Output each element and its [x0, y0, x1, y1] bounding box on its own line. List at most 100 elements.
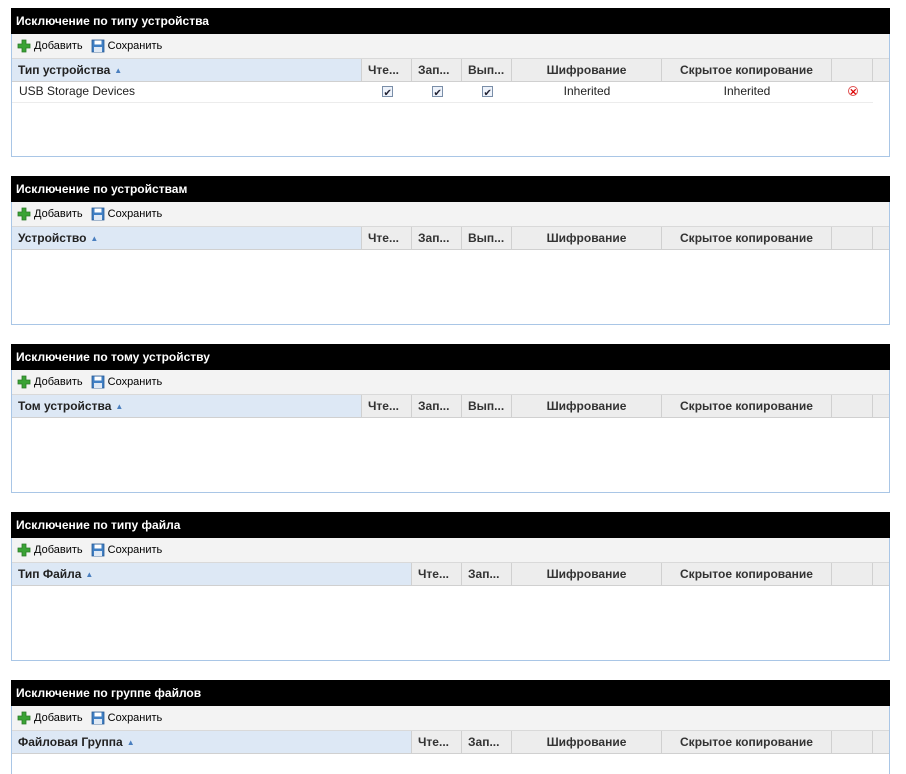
panel-toolbar: Добавить Сохранить: [12, 34, 889, 59]
column-header-shadow-copy[interactable]: Скрытое копирование: [662, 395, 832, 417]
shadow-copy-cell[interactable]: Inherited: [662, 82, 832, 102]
column-header-read[interactable]: Чте...: [362, 227, 412, 249]
column-header-write[interactable]: Зап...: [412, 395, 462, 417]
file-type-exception-panel: Исключение по типу файла Добавить Сохран…: [11, 512, 890, 661]
add-button[interactable]: Добавить: [17, 207, 83, 221]
floppy-disk-icon: [91, 207, 105, 221]
column-header-actions: [832, 395, 873, 417]
write-checkbox-cell: ✔: [412, 82, 462, 102]
save-button[interactable]: Сохранить: [91, 375, 162, 389]
add-label: Добавить: [34, 40, 83, 52]
read-checkbox-cell: ✔: [362, 82, 412, 102]
column-header-encryption[interactable]: Шифрование: [512, 731, 662, 753]
column-header-write[interactable]: Зап...: [412, 59, 462, 81]
column-header-volume[interactable]: Том устройства ▲: [12, 395, 362, 417]
column-header-device-type[interactable]: Тип устройства ▲: [12, 59, 362, 81]
floppy-disk-icon: [91, 543, 105, 557]
save-button[interactable]: Сохранить: [91, 207, 163, 221]
column-header-shadow-copy[interactable]: Скрытое копирование: [662, 731, 832, 753]
panel-toolbar: Добавить Сохранить: [12, 370, 889, 395]
grid-header: Устройство ▲ Чте... Зап... Вып... Шифрова…: [12, 227, 889, 250]
add-label: Добавить: [34, 376, 83, 388]
save-label: Сохранить: [107, 544, 163, 556]
floppy-disk-icon: [91, 39, 105, 53]
panel-toolbar: Добавить Сохранить: [12, 202, 889, 227]
column-header-read[interactable]: Чте...: [362, 395, 412, 417]
write-checkbox[interactable]: ✔: [431, 86, 443, 99]
grid-header: Файловая Группа ▲ Чте... Зап... Шифровани…: [12, 731, 889, 754]
grid-header: Тип Файла ▲ Чте... Зап... Шифрование Скры…: [12, 563, 889, 586]
column-header-encryption[interactable]: Шифрование: [512, 395, 662, 417]
grid-header: Том устройства ▲ Чте... Зап... Вып... Шиф…: [12, 395, 889, 418]
column-header-actions: [832, 731, 873, 753]
sort-ascending-icon: ▲: [114, 66, 123, 75]
column-header-shadow-copy[interactable]: Скрытое копирование: [662, 563, 832, 585]
column-header-execute[interactable]: Вып...: [462, 59, 512, 81]
column-header-encryption[interactable]: Шифрование: [512, 563, 662, 585]
execute-checkbox-cell: ✔: [462, 82, 512, 102]
save-button[interactable]: Сохранить: [91, 39, 163, 53]
column-header-actions: [832, 227, 873, 249]
delete-icon[interactable]: ✕: [847, 86, 858, 97]
floppy-disk-icon: [91, 711, 105, 725]
device-exception-panel: Исключение по устройствам Добавить Сохра…: [11, 176, 890, 325]
panel-title: Исключение по группе файлов: [11, 680, 890, 706]
add-label: Добавить: [34, 712, 83, 724]
sort-ascending-icon: ▲: [115, 402, 124, 411]
save-label: Сохранить: [107, 208, 163, 220]
device-type-exception-panel: Исключение по типу устройства Добавить С…: [11, 8, 890, 157]
table-row[interactable]: USB Storage Devices ✔ ✔ ✔ Inherited Inhe…: [12, 82, 873, 103]
column-header-read[interactable]: Чте...: [412, 563, 462, 585]
column-header-encryption[interactable]: Шифрование: [512, 59, 662, 81]
column-header-actions: [832, 59, 873, 81]
grid-body: USB Storage Devices ✔ ✔ ✔ Inherited Inhe…: [12, 82, 889, 103]
save-button[interactable]: Сохранить: [91, 711, 163, 725]
add-label: Добавить: [34, 208, 83, 220]
read-checkbox[interactable]: ✔: [381, 86, 393, 99]
column-header-shadow-copy[interactable]: Скрытое копирование: [662, 227, 832, 249]
sort-ascending-icon: ▲: [85, 570, 94, 579]
floppy-disk-icon: [91, 375, 105, 389]
add-button[interactable]: Добавить: [17, 711, 83, 725]
add-button[interactable]: Добавить: [17, 39, 83, 53]
column-header-write[interactable]: Зап...: [462, 563, 512, 585]
save-label: Сохранить: [107, 40, 163, 52]
column-header-read[interactable]: Чте...: [362, 59, 412, 81]
plus-icon: [17, 711, 31, 725]
save-button[interactable]: Сохранить: [91, 543, 163, 557]
add-label: Добавить: [34, 544, 83, 556]
plus-icon: [17, 375, 31, 389]
file-group-exception-panel: Исключение по группе файлов Добавить Сох…: [11, 680, 890, 774]
column-header-execute[interactable]: Вып...: [462, 227, 512, 249]
sort-ascending-icon: ▲: [126, 738, 135, 747]
device-volume-exception-panel: Исключение по тому устройству Добавить С…: [11, 344, 890, 493]
plus-icon: [17, 207, 31, 221]
delete-cell: ✕: [832, 82, 873, 102]
encryption-cell[interactable]: Inherited: [512, 82, 662, 102]
panel-title: Исключение по типу устройства: [11, 8, 890, 34]
save-label: Сохранить: [107, 712, 163, 724]
column-header-device[interactable]: Устройство ▲: [12, 227, 362, 249]
add-button[interactable]: Добавить: [17, 543, 83, 557]
column-header-write[interactable]: Зап...: [412, 227, 462, 249]
panel-title: Исключение по тому устройству: [11, 344, 890, 370]
execute-checkbox[interactable]: ✔: [481, 86, 493, 99]
panel-title: Исключение по устройствам: [11, 176, 890, 202]
grid-header: Тип устройства ▲ Чте... Зап... Вып... Шиф…: [12, 59, 889, 82]
plus-icon: [17, 543, 31, 557]
panel-title: Исключение по типу файла: [11, 512, 890, 538]
panel-toolbar: Добавить Сохранить: [12, 706, 889, 731]
column-header-execute[interactable]: Вып...: [462, 395, 512, 417]
device-type-cell: USB Storage Devices: [19, 84, 136, 98]
add-button[interactable]: Добавить: [17, 375, 83, 389]
column-header-file-group[interactable]: Файловая Группа ▲: [12, 731, 412, 753]
column-header-write[interactable]: Зап...: [462, 731, 512, 753]
column-header-file-type[interactable]: Тип Файла ▲: [12, 563, 412, 585]
sort-ascending-icon: ▲: [90, 234, 99, 243]
column-header-shadow-copy[interactable]: Скрытое копирование: [662, 59, 832, 81]
column-header-read[interactable]: Чте...: [412, 731, 462, 753]
panel-toolbar: Добавить Сохранить: [12, 538, 889, 563]
plus-icon: [17, 39, 31, 53]
column-header-encryption[interactable]: Шифрование: [512, 227, 662, 249]
column-header-actions: [832, 563, 873, 585]
